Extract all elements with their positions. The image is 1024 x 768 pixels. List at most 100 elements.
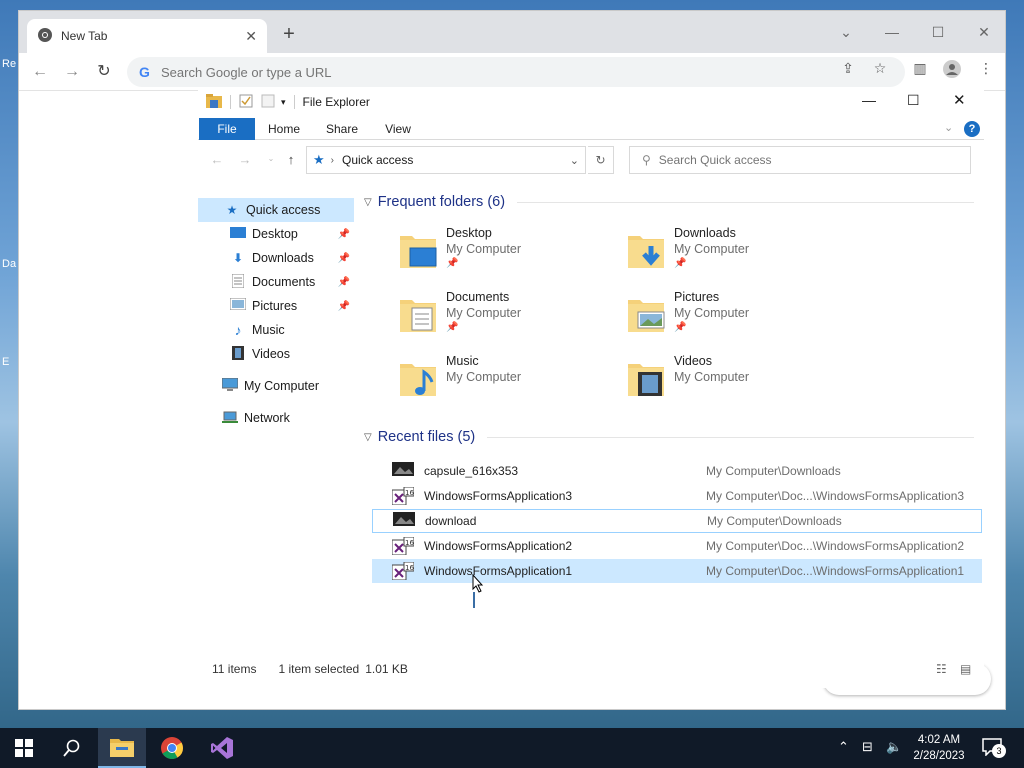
folder-tile-documents[interactable]: Documents My Computer 📌	[398, 290, 618, 346]
recent-locations-icon[interactable]: ⌄	[262, 154, 280, 172]
divider	[487, 436, 974, 438]
quick-access-star-icon: ★	[313, 152, 325, 167]
quick-access-dropdown-icon[interactable]: ▾	[281, 97, 286, 108]
recent-file-row[interactable]: 16 WindowsFormsApplication1 My Computer\…	[372, 559, 982, 583]
folder-documents-icon	[400, 300, 436, 332]
address-crumb[interactable]: Quick access	[342, 153, 413, 167]
share-icon[interactable]: ⇪	[839, 60, 857, 78]
quick-access-star-icon: ★	[226, 203, 238, 217]
nav-label: Desktop	[252, 227, 298, 241]
properties-check-icon[interactable]	[239, 94, 253, 111]
back-icon[interactable]: ←	[29, 61, 51, 83]
image-file-icon	[393, 512, 415, 526]
search-button[interactable]	[48, 728, 96, 768]
nav-item-pictures[interactable]: Pictures 📌	[198, 294, 354, 318]
nav-item-network[interactable]: Network	[198, 406, 354, 430]
omnibox-input[interactable]	[161, 64, 821, 80]
svg-text:16: 16	[405, 564, 414, 572]
forward-icon[interactable]: →	[61, 61, 83, 83]
ribbon-tab-file[interactable]: File	[199, 118, 255, 140]
folder-tile-pictures[interactable]: Pictures My Computer 📌	[626, 290, 846, 346]
desktop-icon-label: E	[2, 356, 10, 368]
file-path: My Computer\Doc...\WindowsFormsApplicati…	[706, 489, 965, 503]
nav-item-quick-access[interactable]: ★ Quick access	[198, 198, 354, 222]
minimize-icon[interactable]: —	[877, 17, 907, 47]
tab-search-icon[interactable]: ⌄	[831, 17, 861, 47]
folder-tile-music[interactable]: Music My Computer	[398, 354, 618, 410]
frequent-folders-header[interactable]: ▽ Frequent folders (6)	[364, 194, 974, 210]
recent-file-row[interactable]: 16 WindowsFormsApplication3 My Computer\…	[372, 484, 982, 508]
nav-item-desktop[interactable]: Desktop 📌	[198, 222, 354, 246]
chrome-tab-strip: New Tab ✕ + ⌄ — ☐ ✕	[19, 11, 1005, 53]
ribbon-tab-share[interactable]: Share	[318, 118, 366, 140]
bookmark-star-icon[interactable]: ☆	[871, 60, 889, 78]
taskbar-file-explorer[interactable]	[98, 728, 146, 768]
taskbar-chrome[interactable]	[148, 728, 196, 768]
expand-ribbon-icon[interactable]: ⌄	[944, 121, 953, 134]
new-tab-button[interactable]: +	[277, 23, 301, 47]
search-box[interactable]: ⚲	[629, 146, 971, 174]
profile-icon[interactable]	[943, 60, 961, 78]
start-button[interactable]	[0, 728, 48, 768]
file-name: download	[425, 514, 477, 528]
forward-icon[interactable]: →	[236, 152, 254, 170]
nav-label: Documents	[252, 275, 316, 289]
recent-file-row[interactable]: 16 WindowsFormsApplication2 My Computer\…	[372, 534, 982, 558]
nav-item-music[interactable]: ♪ Music	[198, 318, 354, 342]
ribbon-tab-home[interactable]: Home	[260, 118, 308, 140]
divider	[230, 95, 231, 109]
search-icon	[63, 739, 80, 757]
show-hidden-icons[interactable]: ⌃	[838, 739, 849, 755]
volume-icon[interactable]: 🔈	[886, 739, 902, 755]
action-center-button[interactable]: 3	[982, 738, 1006, 758]
pin-icon: 📌	[674, 322, 687, 333]
nav-item-my-computer[interactable]: My Computer	[198, 374, 354, 398]
new-folder-icon[interactable]	[261, 94, 275, 111]
recent-file-row[interactable]: download My Computer\Downloads	[372, 509, 982, 533]
nav-item-documents[interactable]: Documents 📌	[198, 270, 354, 294]
network-status-icon[interactable]: ⊟	[862, 739, 873, 755]
folder-tile-desktop[interactable]: Desktop My Computer 📌	[398, 226, 618, 282]
taskbar-visual-studio[interactable]	[198, 728, 246, 768]
folder-tile-videos[interactable]: Videos My Computer	[626, 354, 846, 410]
maximize-icon[interactable]: ☐	[923, 17, 953, 47]
file-name: WindowsFormsApplication2	[424, 539, 573, 553]
reload-icon[interactable]: ↻	[93, 61, 115, 83]
address-box[interactable]: ★ › Quick access ⌄	[306, 146, 586, 174]
close-icon[interactable]: ✕	[953, 91, 966, 109]
chevron-down-icon[interactable]: ⌄	[570, 154, 579, 167]
chevron-right-icon: ›	[330, 154, 334, 166]
selection-size: 1.01 KB	[365, 662, 408, 676]
nav-item-videos[interactable]: Videos	[198, 342, 354, 366]
recent-file-row[interactable]: capsule_616x353 My Computer\Downloads	[372, 459, 982, 483]
side-panel-icon[interactable]: ▥	[911, 60, 929, 78]
maximize-icon[interactable]: ☐	[907, 92, 920, 109]
clock[interactable]: 4:02 AM 2/28/2023	[904, 732, 974, 764]
item-count: 11 items	[212, 662, 257, 676]
close-icon[interactable]: ✕	[969, 17, 999, 47]
file-explorer-icon	[110, 739, 134, 757]
folder-tile-downloads[interactable]: Downloads My Computer 📌	[626, 226, 846, 282]
back-icon[interactable]: ←	[208, 152, 226, 170]
refresh-icon[interactable]: ↻	[588, 146, 614, 174]
help-icon[interactable]: ?	[964, 121, 980, 137]
menu-kebab-icon[interactable]: ⋮	[977, 60, 995, 78]
recent-files-header[interactable]: ▽ Recent files (5)	[364, 429, 974, 445]
file-name: capsule_616x353	[424, 464, 519, 478]
large-icons-view-icon[interactable]: ▤	[960, 662, 971, 676]
omnibox[interactable]: G	[127, 57, 905, 87]
minimize-icon[interactable]: —	[862, 92, 876, 108]
film-icon	[230, 346, 246, 362]
details-view-icon[interactable]: ☷	[936, 662, 947, 676]
nav-item-downloads[interactable]: ⬇ Downloads 📌	[198, 246, 354, 270]
group-title: Recent files (5)	[377, 429, 476, 445]
close-icon[interactable]: ✕	[245, 28, 257, 45]
divider	[517, 201, 974, 203]
music-note-icon: ♪	[234, 322, 242, 338]
chrome-tab-new-tab[interactable]: New Tab ✕	[27, 19, 267, 53]
ribbon-tab-view[interactable]: View	[374, 118, 422, 140]
up-icon[interactable]: ↑	[282, 152, 300, 170]
folder-location: My Computer	[446, 306, 522, 320]
folder-location: My Computer	[674, 306, 750, 320]
search-input[interactable]	[658, 153, 949, 167]
